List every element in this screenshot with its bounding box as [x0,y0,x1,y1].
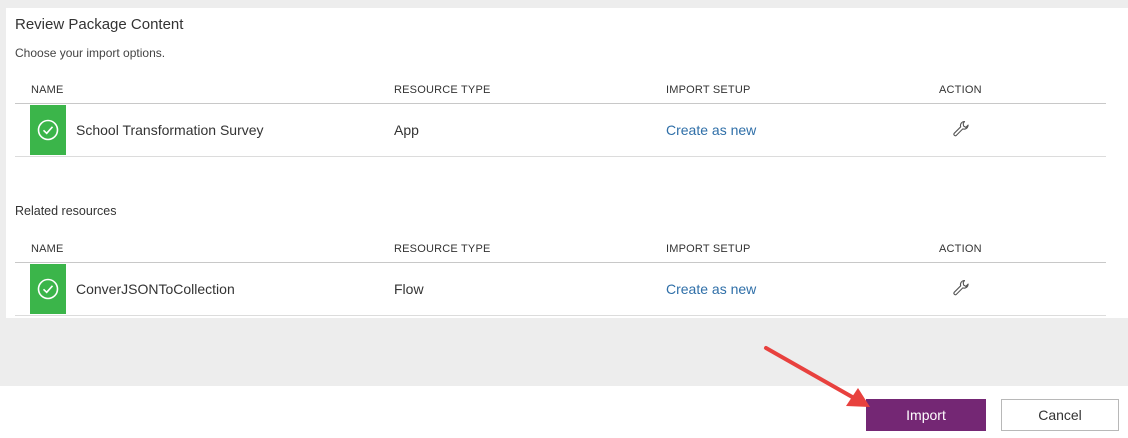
column-header-name: NAME [31,84,64,96]
status-ok-badge [30,264,66,314]
wrench-icon[interactable] [952,279,970,302]
review-package-panel: Review Package Content Choose your impor… [6,8,1128,318]
footer-bar: Import Cancel [0,386,1128,438]
column-header-resource-type: RESOURCE TYPE [394,243,491,255]
column-header-resource-type: RESOURCE TYPE [394,84,491,96]
import-setup-link[interactable]: Create as new [666,122,756,138]
table-row: ConverJSONToCollection Flow Create as ne… [15,263,1106,316]
table-row: School Transformation Survey App Create … [15,104,1106,157]
checkmark-circle-icon [37,119,59,141]
column-header-action: ACTION [939,243,982,255]
column-header-name: NAME [31,243,64,255]
status-ok-badge [30,105,66,155]
page-subtitle: Choose your import options. [15,46,166,60]
package-content-table: NAME RESOURCE TYPE IMPORT SETUP ACTION S… [15,77,1106,157]
related-resources-label: Related resources [15,204,117,218]
column-header-action: ACTION [939,84,982,96]
table-header: NAME RESOURCE TYPE IMPORT SETUP ACTION [15,77,1106,104]
cancel-button[interactable]: Cancel [1001,399,1119,431]
related-resources-table: NAME RESOURCE TYPE IMPORT SETUP ACTION C… [15,236,1106,316]
resource-name: ConverJSONToCollection [76,281,235,297]
import-setup-link[interactable]: Create as new [666,281,756,297]
resource-type: App [394,122,419,138]
wrench-icon[interactable] [952,120,970,143]
table-header: NAME RESOURCE TYPE IMPORT SETUP ACTION [15,236,1106,263]
import-button[interactable]: Import [866,399,986,431]
resource-type: Flow [394,281,424,297]
annotation-arrow-icon [764,346,870,407]
column-header-import-setup: IMPORT SETUP [666,84,751,96]
column-header-import-setup: IMPORT SETUP [666,243,751,255]
resource-name: School Transformation Survey [76,122,264,138]
checkmark-circle-icon [37,278,59,300]
page-title: Review Package Content [15,16,184,33]
